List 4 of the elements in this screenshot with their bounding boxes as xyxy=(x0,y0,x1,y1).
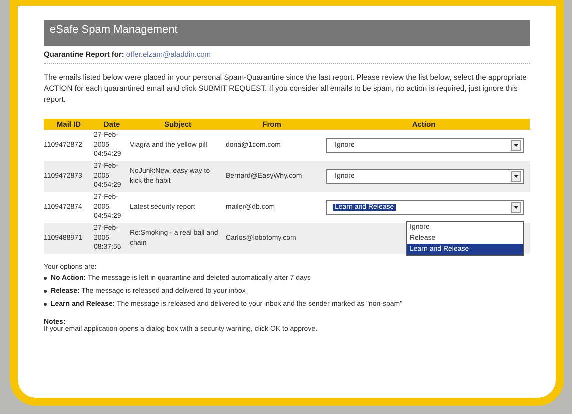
bullet-icon xyxy=(44,290,47,293)
page-title: eSafe Spam Management xyxy=(44,20,530,46)
bullet-icon xyxy=(44,302,47,306)
bullet-icon xyxy=(44,277,47,280)
